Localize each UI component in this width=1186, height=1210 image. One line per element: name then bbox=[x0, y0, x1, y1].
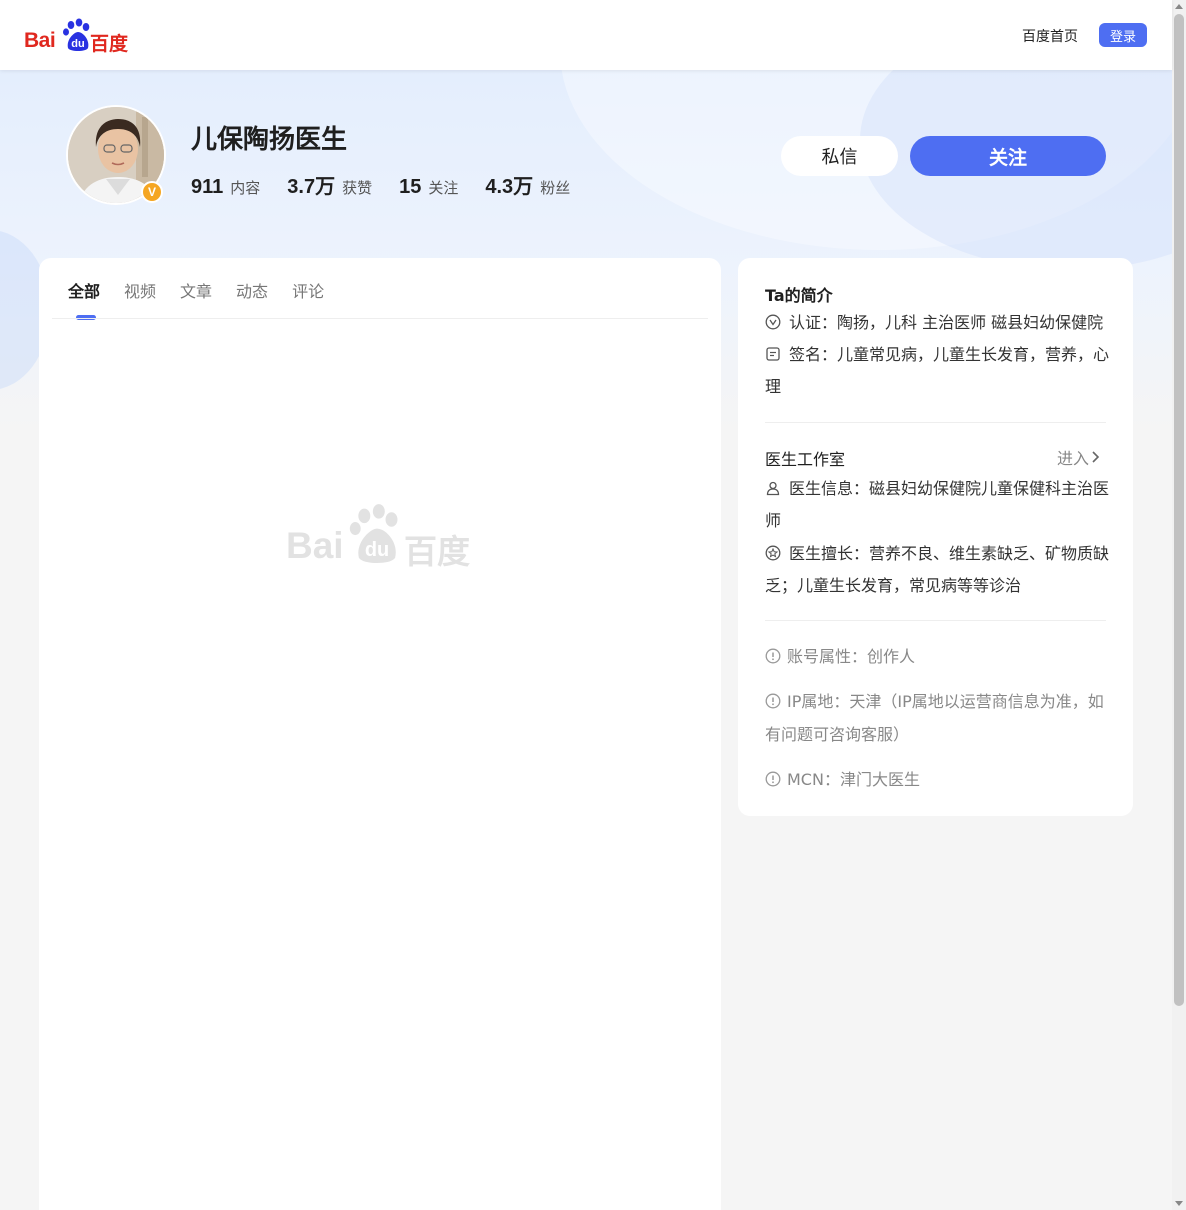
mcn-text: MCN：津门大医生 bbox=[787, 770, 920, 789]
stat-label: 内容 bbox=[230, 179, 261, 197]
stat-value: 911 bbox=[191, 176, 224, 198]
scrollbar-thumb[interactable] bbox=[1174, 14, 1184, 1006]
tab-posts[interactable]: 动态 bbox=[236, 278, 268, 320]
tab-articles[interactable]: 文章 bbox=[180, 278, 212, 320]
profile-name: 儿保陶扬医生 bbox=[191, 125, 348, 155]
doctor-info-line: 医生信息：磁县妇幼保健院儿童保健科主治医师 bbox=[765, 473, 1115, 537]
watermark-paw-icon: du bbox=[349, 504, 398, 563]
intro-title: Ta的简介 bbox=[765, 286, 833, 305]
signature-text: 签名：儿童常见病，儿童生长发育，营养，心理 bbox=[765, 345, 1110, 396]
doctor-person-icon bbox=[766, 481, 780, 496]
watermark-du-text: du bbox=[365, 539, 389, 561]
stat-following-count[interactable]: 15 关注 bbox=[399, 176, 458, 199]
stat-label: 关注 bbox=[428, 179, 459, 197]
tabs-divider bbox=[52, 318, 708, 319]
stat-content-count[interactable]: 911 内容 bbox=[191, 176, 260, 199]
profile-stats: 911 内容 3.7万 获赞 15 关注 4.3万 粉丝 bbox=[191, 170, 597, 199]
stat-likes-count: 3.7万 获赞 bbox=[287, 170, 372, 199]
baidu-logo[interactable]: Bai du 百度 bbox=[24, 18, 134, 55]
certification-text: 认证：陶扬，儿科 主治医师 磁县妇幼保健院 bbox=[789, 313, 1104, 332]
mcn-line: MCN：津门大医生 bbox=[765, 763, 1110, 796]
top-bar: Bai du 百度 百度首页 登录 bbox=[0, 0, 1172, 70]
watermark-bai-text: Bai bbox=[286, 525, 344, 566]
follow-button[interactable]: 关注 bbox=[910, 136, 1106, 176]
content-feed: 全部 视频 文章 动态 评论 Bai du 百度 bbox=[39, 258, 721, 1210]
tab-all[interactable]: 全部 bbox=[68, 278, 100, 320]
certification-line: 认证：陶扬，儿科 主治医师 磁县妇幼保健院 bbox=[765, 307, 1115, 339]
account-type-line: 账号属性：创作人 bbox=[765, 640, 1110, 673]
ip-location-line: IP属地：天津（IP属地以运营商信息为准，如有问题可咨询客服） bbox=[765, 685, 1110, 751]
info-icon bbox=[765, 648, 781, 664]
private-message-button[interactable]: 私信 bbox=[781, 136, 898, 176]
studio-title: 医生工作室 bbox=[765, 450, 846, 469]
loading-watermark: Bai du 百度 bbox=[286, 503, 476, 571]
profile-intro-card: Ta的简介 认证：陶扬，儿科 主治医师 磁县妇幼保健院 签名：儿童常见病，儿童生… bbox=[738, 258, 1133, 816]
info-icon bbox=[765, 693, 781, 709]
baidu-home-link[interactable]: 百度首页 bbox=[1022, 26, 1078, 46]
stat-value: 4.3万 bbox=[485, 176, 534, 198]
scroll-up-arrow-icon[interactable] bbox=[1175, 4, 1183, 9]
studio-enter-label: 进入 bbox=[1057, 449, 1090, 468]
logo-cn-text: 百度 bbox=[90, 33, 129, 55]
star-badge-icon bbox=[765, 545, 781, 561]
verified-check-icon bbox=[765, 314, 781, 330]
stat-value: 15 bbox=[399, 176, 422, 198]
stat-label: 粉丝 bbox=[540, 179, 571, 197]
scroll-down-arrow-icon[interactable] bbox=[1175, 1201, 1183, 1206]
doctor-specialty-text: 医生擅长：营养不良、维生素缺乏、矿物质缺乏；儿童生长发育，常见病等等诊治 bbox=[765, 544, 1110, 595]
logo-bai-text: Bai bbox=[24, 29, 56, 52]
login-button[interactable]: 登录 bbox=[1099, 23, 1147, 47]
account-type-text: 账号属性：创作人 bbox=[787, 647, 916, 666]
section-divider bbox=[765, 422, 1106, 423]
studio-enter-link[interactable]: 进入 bbox=[1057, 445, 1101, 469]
stat-label: 获赞 bbox=[342, 179, 373, 197]
info-icon bbox=[765, 771, 781, 787]
stat-value: 3.7万 bbox=[287, 176, 336, 198]
signature-line: 签名：儿童常见病，儿童生长发育，营养，心理 bbox=[765, 339, 1115, 403]
ip-location-text: IP属地：天津（IP属地以运营商信息为准，如有问题可咨询客服） bbox=[765, 692, 1104, 744]
stat-followers-count[interactable]: 4.3万 粉丝 bbox=[485, 170, 570, 199]
page-scrollbar[interactable] bbox=[1172, 0, 1186, 1210]
doctor-info-text: 医生信息：磁县妇幼保健院儿童保健科主治医师 bbox=[765, 479, 1110, 530]
content-tabs: 全部 视频 文章 动态 评论 bbox=[68, 278, 348, 320]
chevron-right-icon bbox=[1092, 451, 1100, 463]
section-divider bbox=[765, 620, 1106, 621]
tab-comments[interactable]: 评论 bbox=[292, 278, 324, 320]
tab-videos[interactable]: 视频 bbox=[124, 278, 156, 320]
doctor-specialty-line: 医生擅长：营养不良、维生素缺乏、矿物质缺乏；儿童生长发育，常见病等等诊治 bbox=[765, 538, 1115, 602]
watermark-cn-text: 百度 bbox=[404, 532, 470, 571]
verified-badge-icon: V bbox=[141, 181, 163, 203]
signature-note-icon bbox=[766, 347, 780, 361]
logo-du-text: du bbox=[71, 38, 84, 50]
